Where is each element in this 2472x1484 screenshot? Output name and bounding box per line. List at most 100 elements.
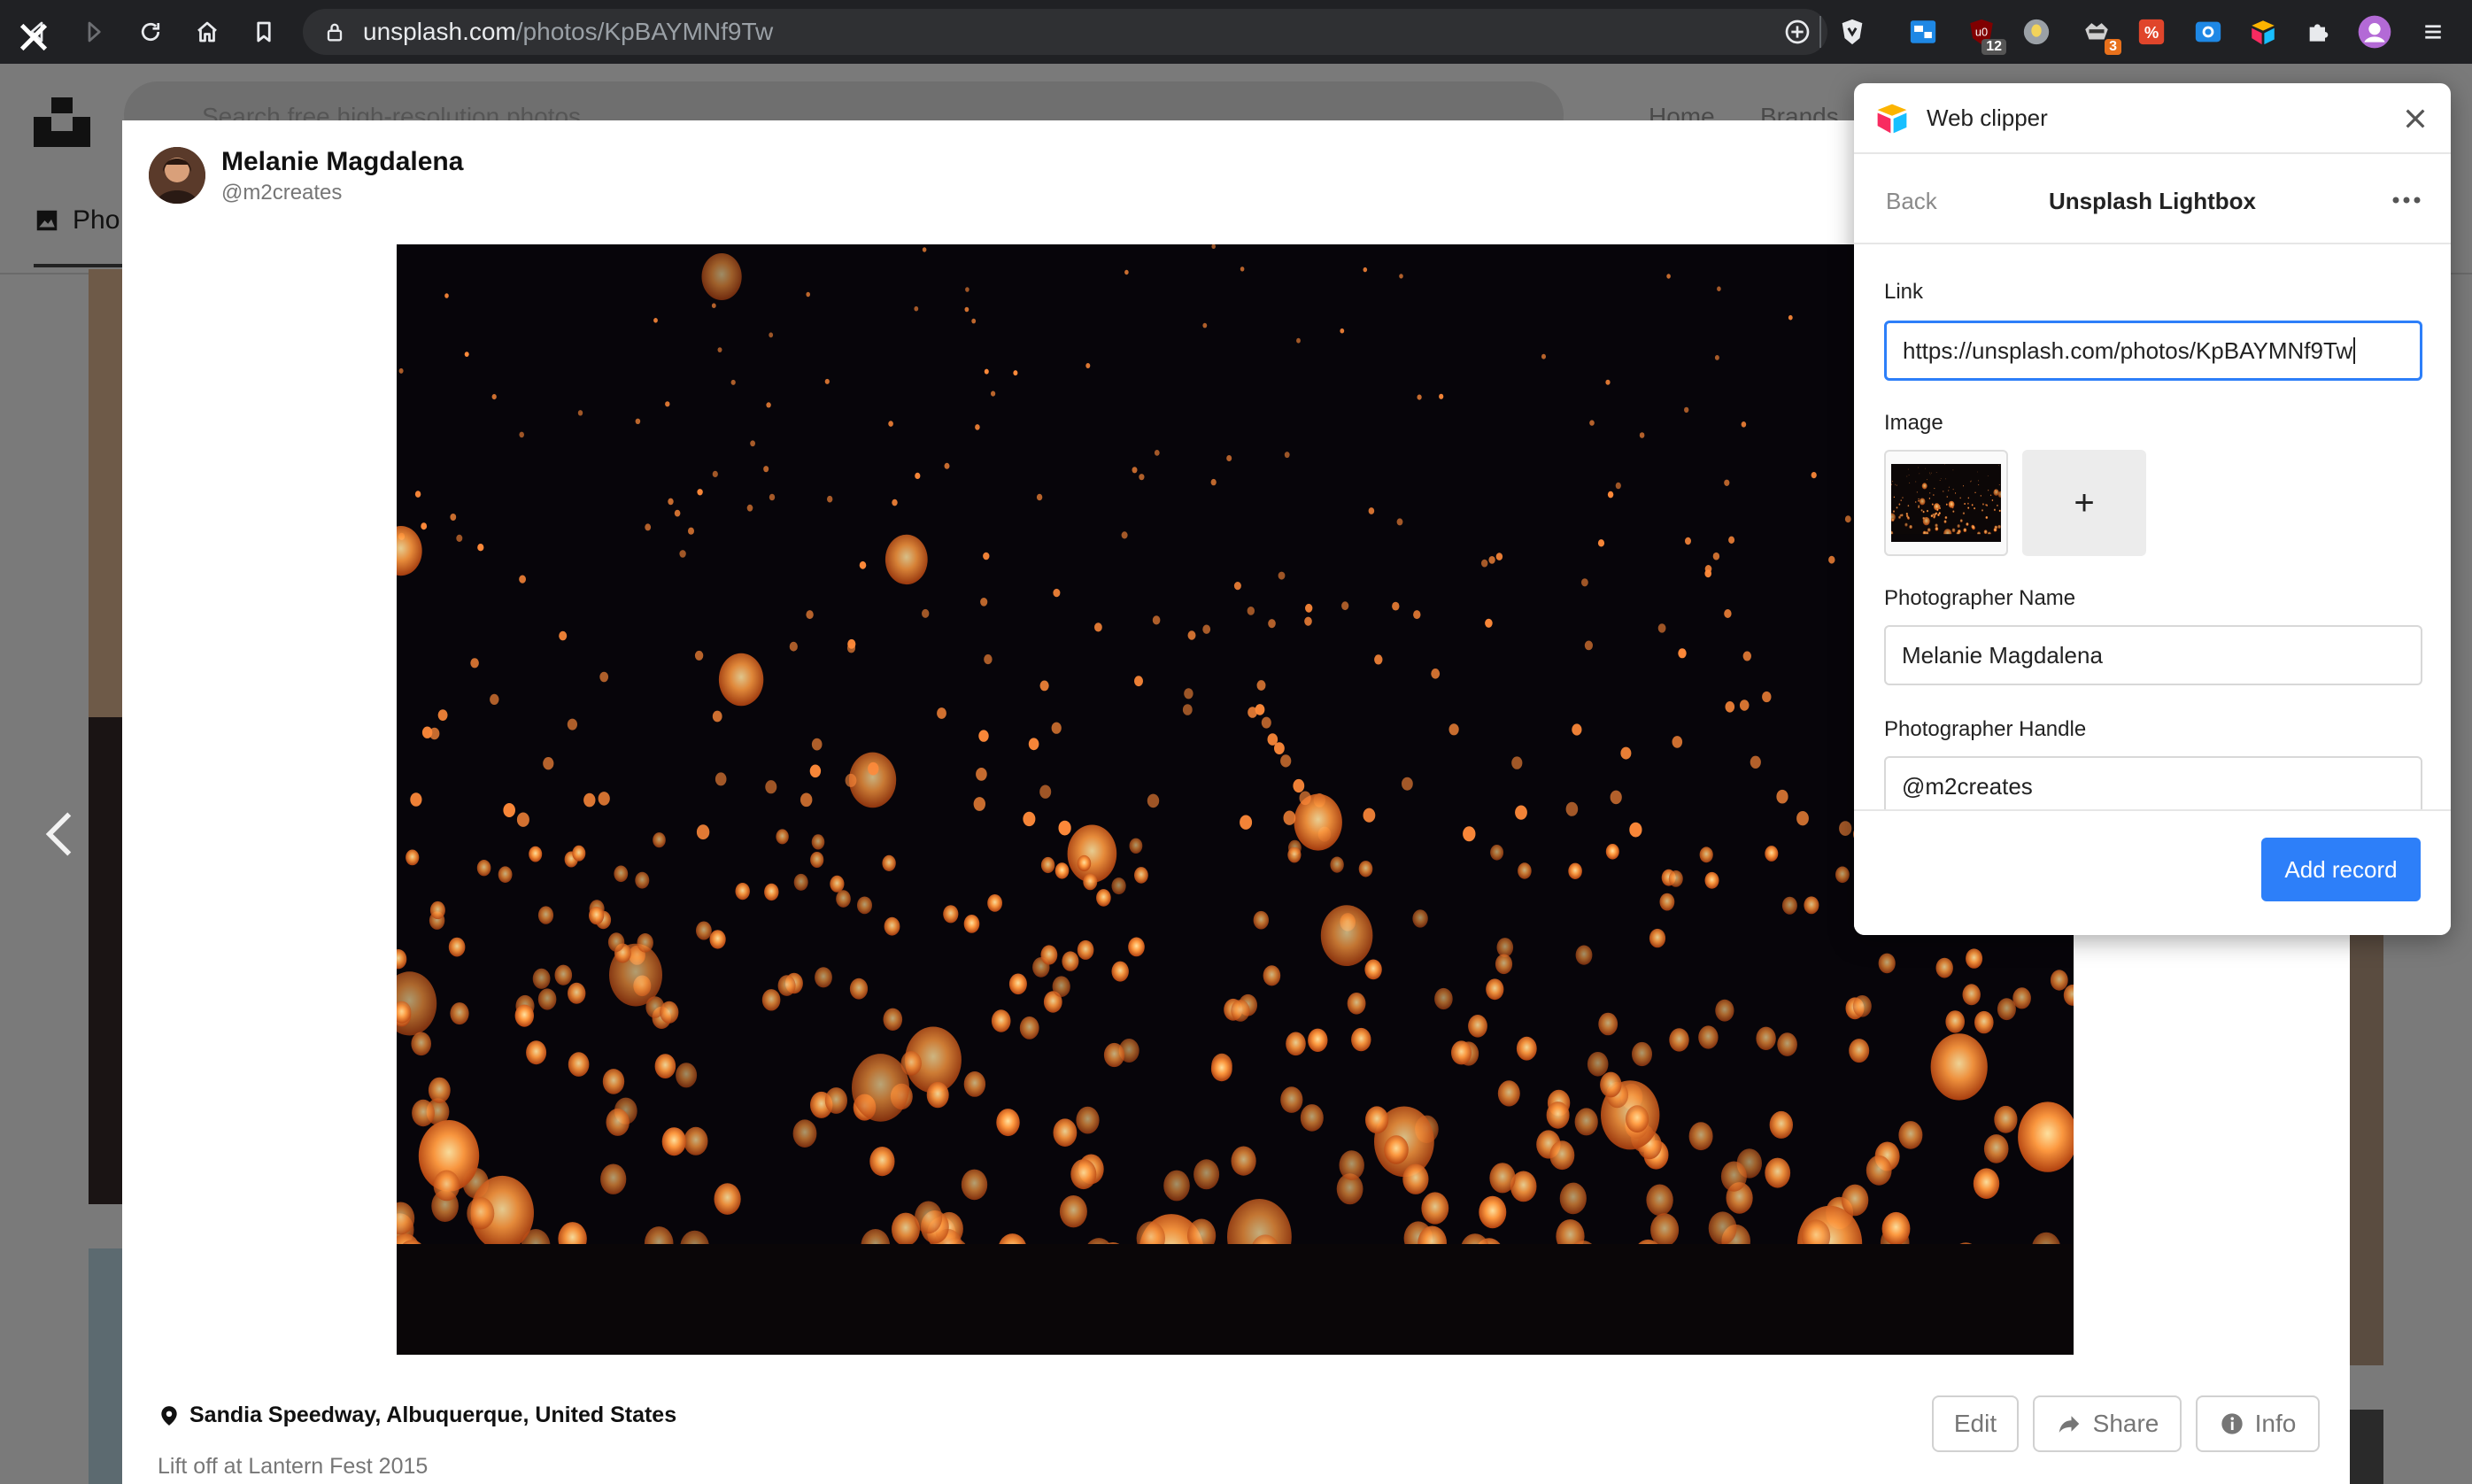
lantern-mark [1062, 951, 1079, 971]
share-button[interactable]: Share [2033, 1395, 2182, 1452]
lantern-mark [503, 803, 515, 817]
lantern-mark [1796, 811, 1809, 826]
lantern-mark [1940, 478, 1942, 479]
lantern-mark [1685, 537, 1691, 545]
author-handle[interactable]: @m2creates [221, 181, 342, 205]
lantern-mark [811, 738, 823, 751]
link-input[interactable]: https://unsplash.com/photos/KpBAYMNf9Tw [1884, 321, 2422, 381]
location-pin-icon [161, 1405, 177, 1426]
raccoon-icon[interactable]: 3 [2079, 14, 2121, 55]
airtable-icon[interactable] [2245, 14, 2281, 50]
lantern-mark [1964, 503, 1966, 505]
lantern-mark [1935, 523, 1938, 528]
close-lightbox-icon[interactable] [16, 19, 51, 55]
more-options-icon[interactable] [2389, 191, 2424, 209]
lantern-mark [1365, 1106, 1389, 1134]
image-attachment-thumbnail[interactable] [1884, 450, 2008, 556]
lantern-mark [1909, 525, 1912, 529]
web-clipper-popup: Web clipper Back Unsplash Lightbox Link … [1854, 83, 2451, 935]
lantern-mark [1987, 475, 1989, 476]
lantern-mark [653, 318, 658, 323]
lantern-mark [1085, 363, 1091, 368]
reload-icon[interactable] [131, 12, 170, 51]
lantern-mark [1929, 492, 1931, 494]
previous-photo-icon[interactable] [39, 808, 80, 861]
lantern-mark [577, 410, 583, 416]
lantern-mark [1906, 475, 1908, 477]
brave-shield-icon[interactable] [1835, 14, 1870, 50]
close-icon[interactable] [2401, 104, 2430, 133]
lantern-mark [1943, 520, 1947, 523]
lantern-mark [761, 989, 781, 1011]
lantern-mark [1935, 472, 1937, 473]
lantern-mark [1962, 512, 1966, 515]
add-image-button[interactable]: + [2022, 450, 2146, 556]
menu-icon[interactable] [2415, 14, 2451, 50]
author-avatar[interactable] [149, 147, 205, 204]
lantern-mark [1600, 1071, 1622, 1098]
puzzle-icon[interactable] [2300, 14, 2336, 50]
lantern-mark [971, 318, 977, 324]
page-tab-underline [34, 264, 126, 267]
lantern-mark [1905, 514, 1909, 518]
lantern-mark [1841, 1184, 1869, 1217]
photo-location[interactable]: Sandia Speedway, Albuquerque, United Sta… [158, 1403, 676, 1428]
lantern-mark [1776, 789, 1788, 804]
bookmark-icon[interactable] [244, 12, 283, 51]
lantern-mark [1927, 528, 1931, 532]
photographer-handle-input[interactable]: @m2creates [1884, 756, 2422, 816]
ublock-badge: 12 [1981, 39, 2006, 55]
edit-button[interactable]: Edit [1932, 1395, 2019, 1452]
lantern-mark [1931, 503, 1934, 506]
lantern-mark [1053, 588, 1061, 598]
home-icon[interactable] [188, 12, 227, 51]
lantern-mark [1417, 394, 1422, 400]
bulb-icon[interactable] [2019, 14, 2054, 50]
lantern-mark [1202, 322, 1208, 328]
info-button[interactable]: Info [2196, 1395, 2320, 1452]
lantern-mark [1284, 452, 1290, 459]
photographer-name-input[interactable]: Melanie Magdalena [1884, 625, 2422, 685]
lantern-mark [882, 854, 896, 872]
lantern-mark [1997, 465, 1999, 467]
lantern-mark [1495, 553, 1503, 560]
lantern-mark [421, 522, 428, 530]
lantern-mark [1134, 676, 1143, 687]
lantern-mark [1626, 1105, 1649, 1133]
lantern-mark [1363, 808, 1376, 823]
lantern-mark [1944, 464, 1945, 465]
page-tab-photos[interactable]: Pho [34, 205, 120, 236]
lantern-mark [1962, 984, 1981, 1006]
translate-icon[interactable]: % [2134, 14, 2169, 50]
lantern-mark [1704, 871, 1719, 889]
image-label: Image [1884, 411, 1943, 435]
screenshot-icon[interactable] [2190, 14, 2226, 50]
author-name[interactable]: Melanie Magdalena [221, 147, 463, 177]
lantern-mark [1028, 738, 1039, 751]
main-photo[interactable] [397, 244, 2074, 1355]
lantern-mark [888, 421, 893, 427]
lantern-mark [991, 1009, 1011, 1032]
lantern-mark [589, 906, 605, 925]
lantern-mark [892, 499, 898, 506]
add-record-button[interactable]: Add record [2261, 838, 2421, 901]
lantern-mark [1929, 474, 1931, 475]
lantern-mark [922, 608, 930, 618]
lantern-mark [1781, 896, 1797, 915]
window-manager-icon[interactable] [1905, 14, 1941, 50]
add-bookmark-icon[interactable] [1783, 18, 1812, 46]
lantern-mark [397, 526, 422, 576]
profile-avatar-icon[interactable] [2357, 14, 2392, 50]
lantern-mark [1296, 337, 1301, 344]
lantern-mark [2050, 970, 2068, 991]
lantern-mark [1256, 680, 1266, 691]
lantern-mark [1938, 505, 1941, 507]
forward-icon[interactable] [74, 12, 113, 51]
lantern-mark [1128, 937, 1145, 957]
lantern-mark [1036, 493, 1043, 501]
lantern-mark [1412, 909, 1428, 928]
address-bar[interactable]: unsplash.com/photos/KpBAYMNf9Tw [303, 9, 1827, 55]
web-clipper-title: Web clipper [1927, 104, 2048, 131]
lantern-mark [991, 390, 996, 397]
ublock-icon[interactable]: u0 12 [1964, 14, 2006, 55]
